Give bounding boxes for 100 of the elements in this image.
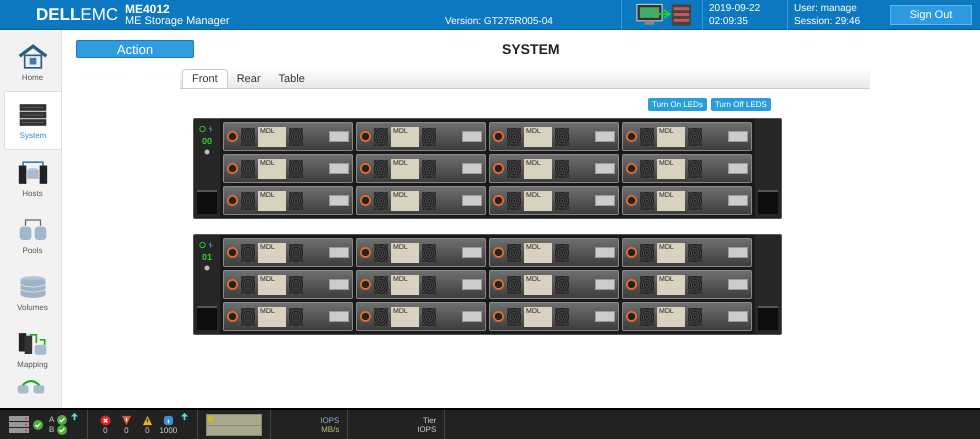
sidebar-item[interactable]: Volumes xyxy=(4,264,61,321)
vent-grille xyxy=(374,244,388,262)
event-count: 0 xyxy=(103,426,108,434)
hosts-icon xyxy=(18,160,48,186)
ear-slot xyxy=(758,306,778,330)
drive-latch-icon xyxy=(493,247,504,258)
drive-latch-icon xyxy=(360,279,371,290)
indicator-icon xyxy=(204,149,210,155)
vent-grille xyxy=(422,160,436,178)
sidebar-item[interactable]: System xyxy=(4,91,61,150)
drive-tag xyxy=(462,131,482,142)
vent-grille xyxy=(688,244,702,262)
drive-latch-icon xyxy=(227,131,238,142)
pools-icon xyxy=(18,216,48,242)
sidebar-item[interactable]: Pools xyxy=(4,207,61,264)
vent-grille xyxy=(640,160,654,178)
drive-latch-icon xyxy=(626,279,637,290)
enclosure-id: 01 xyxy=(202,252,212,262)
drive-latch-icon xyxy=(360,163,371,174)
drive-latch-icon xyxy=(360,195,371,206)
drive-tag xyxy=(728,279,748,290)
vent-grille xyxy=(289,308,303,326)
tab[interactable]: Table xyxy=(270,70,314,88)
drive-latch-icon xyxy=(227,279,238,290)
logo: DELLEMC xyxy=(36,4,120,24)
activity-graph xyxy=(206,414,262,436)
drive-latch-icon xyxy=(227,247,238,258)
indicator-icon xyxy=(204,265,210,271)
drive-tag xyxy=(329,131,349,142)
vent-grille xyxy=(374,160,388,178)
vent-grille xyxy=(374,308,388,326)
info-icon[interactable] xyxy=(162,414,174,426)
drive-tag xyxy=(728,195,748,206)
drive-tag xyxy=(595,311,615,322)
drive-latch-icon xyxy=(360,247,371,258)
critical-icon[interactable] xyxy=(120,414,132,426)
vent-grille xyxy=(555,128,569,146)
drive-tag xyxy=(462,163,482,174)
arrow-up-icon[interactable] xyxy=(70,412,80,421)
sidebar-item[interactable]: Hosts xyxy=(4,150,61,207)
date-text: 2019-09-22 xyxy=(709,2,762,14)
drive-tag xyxy=(329,247,349,258)
ear-slot xyxy=(197,306,217,330)
vent-grille xyxy=(555,244,569,262)
drive-latch-icon xyxy=(493,163,504,174)
drive-latch-icon xyxy=(227,195,238,206)
vent-grille xyxy=(640,244,654,262)
drive-tag xyxy=(329,279,349,290)
vent-grille xyxy=(555,276,569,294)
drive-latch-icon xyxy=(626,311,637,322)
vent-grille xyxy=(241,128,255,146)
warning-icon[interactable] xyxy=(142,414,153,426)
vent-grille xyxy=(289,128,303,146)
session-text: Session: 29:46 xyxy=(794,14,862,28)
vent-grille xyxy=(555,160,569,178)
vent-grille xyxy=(374,276,388,294)
drive-tag xyxy=(728,163,748,174)
vent-grille xyxy=(422,192,436,210)
drive-latch-icon xyxy=(493,311,504,322)
performance-label: MB/s xyxy=(321,424,340,434)
error-icon[interactable] xyxy=(100,414,111,426)
ear-slot xyxy=(758,190,778,214)
vent-grille xyxy=(289,192,303,210)
drive-tag xyxy=(728,247,748,258)
drive-latch-icon xyxy=(626,247,637,258)
vent-grille xyxy=(640,128,654,146)
vent-grille xyxy=(422,308,436,326)
ear-slot xyxy=(197,190,217,214)
vent-grille xyxy=(640,308,654,326)
drive-tag xyxy=(595,247,615,258)
vent-grille xyxy=(688,308,702,326)
vent-grille xyxy=(555,308,569,326)
vent-grille xyxy=(241,276,255,294)
vent-grille xyxy=(640,192,654,210)
vent-grille xyxy=(289,160,303,178)
version-text: Version: GT275R005-04 xyxy=(445,16,554,27)
drive-latch-icon xyxy=(626,163,637,174)
vent-grille xyxy=(507,192,521,210)
vent-grille xyxy=(289,276,303,294)
arrow-up-icon[interactable] xyxy=(180,412,190,421)
drive-latch-icon xyxy=(493,195,504,206)
time-text: 02:09:35 xyxy=(709,14,749,28)
enclosure-id: 00 xyxy=(202,136,212,146)
sidebar-item[interactable]: Home xyxy=(4,34,61,91)
vent-grille xyxy=(241,192,255,210)
vent-grille xyxy=(422,276,436,294)
drive-tag xyxy=(728,311,748,322)
drive-latch-icon xyxy=(493,131,504,142)
tier-label: Tier xyxy=(422,416,436,424)
vent-grille xyxy=(555,192,569,210)
vent-grille xyxy=(688,128,702,146)
sidebar-item[interactable]: Mapping xyxy=(4,321,61,378)
connection-icon[interactable] xyxy=(635,2,693,28)
vent-grille xyxy=(241,244,255,262)
drive-tag xyxy=(462,311,482,322)
drive-tag xyxy=(462,195,482,206)
tab[interactable]: Rear xyxy=(228,70,270,88)
tab[interactable]: Front xyxy=(182,69,228,88)
check-icon xyxy=(33,420,43,430)
replication-icon[interactable] xyxy=(16,378,46,394)
